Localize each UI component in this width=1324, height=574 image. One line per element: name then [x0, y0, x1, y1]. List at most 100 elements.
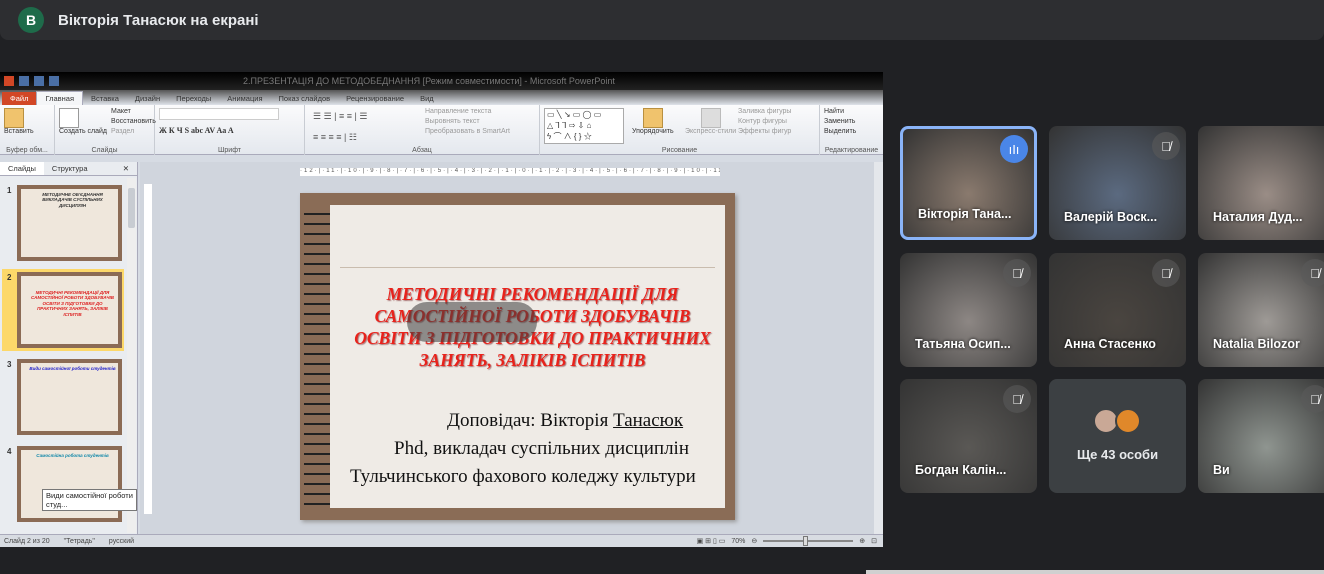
arrange-label: Упорядочить: [632, 128, 674, 135]
participant-name: Наталия Дуд...: [1213, 210, 1303, 224]
slides-panel: Слайды Структура ✕ 1 МЕТОДИЧНЕ ОБ'ЄДНАННЯ В…: [0, 162, 138, 537]
font-format-buttons[interactable]: Ж К Ч S abc AV Aa A: [159, 126, 300, 135]
window-title: 2.ПРЕЗЕНТАЦІЯ ДО МЕТОДОБЕДНАННЯ [Режим с…: [243, 76, 615, 86]
mic-off-icon: 🎙̸: [1003, 385, 1031, 413]
zoom-in-icon[interactable]: ⊕: [859, 537, 865, 545]
tab-review[interactable]: Рецензирование: [338, 92, 412, 105]
quick-styles-button[interactable]: Экспресс-стили: [685, 108, 736, 138]
more-participants-tile[interactable]: Ще 43 особи: [1049, 379, 1186, 493]
shape-effects-button[interactable]: Эффекты фигур: [738, 128, 791, 135]
ribbon-tabs: Файл Главная Вставка Дизайн Переходы Ани…: [0, 90, 883, 105]
fit-window-icon[interactable]: ⊡: [871, 537, 877, 545]
text-direction-button[interactable]: Направление текста: [425, 108, 510, 115]
participant-name: Вікторія Тана...: [918, 207, 1012, 221]
smartart-button[interactable]: Преобразовать в SmartArt: [425, 128, 510, 135]
ribbon: Вставить Буфер обм... Создать слайд Маке…: [0, 105, 883, 155]
close-panel-icon[interactable]: ✕: [115, 162, 137, 175]
ppt-workspace: Слайды Структура ✕ 1 МЕТОДИЧНЕ ОБ'ЄДНАННЯ В…: [0, 162, 883, 537]
thumb-title: МЕТОДИЧНЕ ОБ'ЄДНАННЯ ВИКЛАДАЧІВ СУСПІЛЬН…: [21, 189, 118, 257]
meet-top-bar: В Вікторія Танасюк на екрані: [0, 0, 1324, 40]
zoom-out-icon[interactable]: ⊖: [751, 537, 757, 545]
group-label: Слайды: [91, 147, 118, 154]
presenter-avatar: В: [18, 7, 44, 33]
presenting-title: Вікторія Танасюк на екрані: [58, 11, 259, 29]
participant-tile[interactable]: 🎙̸ Богдан Калін...: [900, 379, 1037, 493]
thumb-number: 1: [7, 186, 12, 195]
slide-thumbnail[interactable]: 3 Види самостійної роботи студентів: [2, 356, 124, 438]
tab-home[interactable]: Главная: [36, 91, 83, 105]
speaker-position: Phd, викладач суспільних дисциплін: [394, 438, 689, 459]
align-text-button[interactable]: Выровнять текст: [425, 118, 510, 125]
participant-tile[interactable]: ıIı Вікторія Тана...: [900, 126, 1037, 240]
tab-transitions[interactable]: Переходы: [168, 92, 219, 105]
paragraph-buttons[interactable]: ☰ ☰ | ≡ ≡ | ☰ ≡ ≡ ≡ ≡ | ☷: [313, 111, 367, 143]
tab-file[interactable]: Файл: [2, 92, 37, 105]
group-font: Ж К Ч S abc AV Aa A Шрифт: [155, 105, 305, 155]
participant-tile[interactable]: Наталия Дуд...: [1198, 126, 1324, 240]
participant-tile[interactable]: 🎙̸ Ви: [1198, 379, 1324, 493]
slide-thumbnail[interactable]: 4 Самостійна робота студентів: [2, 443, 124, 525]
font-name-select[interactable]: [159, 108, 279, 120]
editor-scrollbar[interactable]: [874, 162, 883, 537]
reset-button[interactable]: Восстановить: [111, 118, 156, 125]
slide-thumbnail[interactable]: 1 МЕТОДИЧНЕ ОБ'ЄДНАННЯ ВИКЛАДАЧІВ СУСПІЛЬ…: [2, 182, 124, 264]
powerpoint-icon: [4, 76, 14, 86]
speaker-label: Доповідач: Вікторія: [447, 410, 614, 431]
tab-outline[interactable]: Структура: [44, 162, 96, 175]
replace-button[interactable]: Заменить: [824, 118, 879, 125]
status-bar: Слайд 2 из 20 "Тетрадь" русский ▣ ⊞ ▯ ▭ …: [0, 534, 883, 547]
mic-off-icon: 🎙̸: [1003, 259, 1031, 287]
view-buttons[interactable]: ▣ ⊞ ▯ ▭: [697, 537, 726, 545]
participant-tile[interactable]: 🎙̸ Natalia Bilozor: [1198, 253, 1324, 367]
arrange-button[interactable]: Упорядочить: [632, 108, 674, 138]
tab-view[interactable]: Вид: [412, 92, 442, 105]
participant-avatars: [1093, 408, 1141, 434]
zoom-slider[interactable]: [763, 536, 854, 546]
arrange-icon: [642, 108, 663, 128]
new-slide-icon: [59, 108, 79, 128]
group-label: Шрифт: [217, 147, 242, 154]
undo-icon[interactable]: [34, 76, 44, 86]
panel-scrollbar[interactable]: [127, 178, 136, 533]
shape-outline-button[interactable]: Контур фигуры: [738, 118, 791, 125]
tab-slides[interactable]: Слайды: [0, 162, 44, 175]
horizontal-ruler: ·12·|·11·|·10·|·9·|·8·|·7·|·6·|·5·|·4·|·…: [300, 168, 720, 176]
redo-icon[interactable]: [49, 76, 59, 86]
participant-name: Natalia Bilozor: [1213, 337, 1300, 351]
participant-tile[interactable]: 🎙̸ Татьяна Осип...: [900, 253, 1037, 367]
tab-slideshow[interactable]: Показ слайдов: [271, 92, 339, 105]
slide-thumbnail-selected[interactable]: 2 МЕТОДИЧНІ РЕКОМЕНДАЦІЇ ДЛЯ САМОСТІЙНОЇ …: [2, 269, 124, 351]
find-button[interactable]: Найти: [824, 108, 879, 115]
participant-name: Татьяна Осип...: [915, 337, 1011, 351]
bottom-bar-edge: [866, 570, 1324, 574]
thumb-title: МЕТОДИЧНІ РЕКОМЕНДАЦІЇ ДЛЯ САМОСТІЙНОЇ Р…: [21, 276, 118, 344]
quick-access-toolbar: [4, 76, 59, 86]
paste-icon: [4, 108, 24, 128]
tab-insert[interactable]: Вставка: [83, 92, 127, 105]
tab-design[interactable]: Дизайн: [127, 92, 168, 105]
new-slide-button[interactable]: Создать слайд: [59, 108, 107, 138]
mic-off-icon: 🎙̸: [1152, 132, 1180, 160]
paste-button[interactable]: Вставить: [4, 128, 50, 135]
slideshow-controls-overlay[interactable]: [407, 302, 537, 342]
vertical-ruler: [144, 184, 152, 514]
ppt-title-bar: 2.ПРЕЗЕНТАЦІЯ ДО МЕТОДОБЕДНАННЯ [Режим с…: [0, 72, 883, 90]
shapes-gallery[interactable]: ▭ ╲ ↘ ▭ ◯ ▭ △ ⅂ ⅂ ⇨ ⇩ ⌂ ϟ ⌒ ∧ { } ☆: [544, 108, 624, 144]
group-label: Редактирование: [824, 147, 879, 154]
mic-off-icon: 🎙̸: [1152, 259, 1180, 287]
participant-tile[interactable]: 🎙̸ Анна Стасенко: [1049, 253, 1186, 367]
speaker-institution: Тульчинського фахового коледжу культури: [350, 466, 696, 487]
theme-name: "Тетрадь": [63, 537, 95, 545]
section-button[interactable]: Раздел: [111, 128, 156, 135]
thumb-title: Види самостійної роботи студентів: [21, 363, 118, 431]
select-button[interactable]: Выделить: [824, 128, 879, 135]
participant-tile[interactable]: 🎙̸ Валерій Воск...: [1049, 126, 1186, 240]
quick-styles-label: Экспресс-стили: [685, 128, 737, 135]
participant-name: Анна Стасенко: [1064, 337, 1156, 351]
current-slide[interactable]: МЕТОДИЧНІ РЕКОМЕНДАЦІЇ ДЛЯ САМОСТІЙНОЇ Р…: [300, 193, 735, 520]
save-icon[interactable]: [19, 76, 29, 86]
group-label: Буфер обм...: [6, 147, 48, 154]
tab-animation[interactable]: Анимация: [219, 92, 270, 105]
shape-fill-button[interactable]: Заливка фигуры: [738, 108, 791, 115]
layout-button[interactable]: Макет: [111, 108, 156, 115]
